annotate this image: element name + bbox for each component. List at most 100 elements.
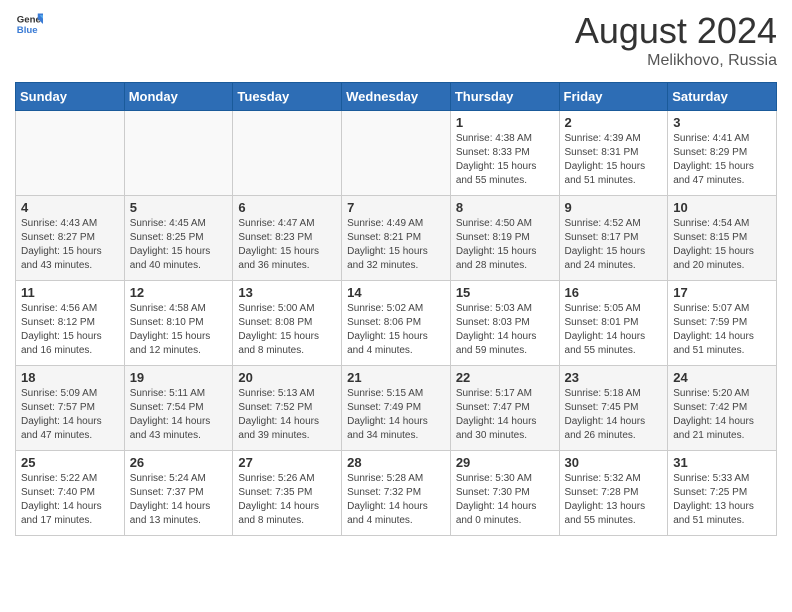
day-number: 31 xyxy=(673,455,771,470)
calendar-cell: 12Sunrise: 4:58 AM Sunset: 8:10 PM Dayli… xyxy=(124,281,233,366)
calendar-header: SundayMondayTuesdayWednesdayThursdayFrid… xyxy=(16,83,777,111)
location: Melikhovo, Russia xyxy=(575,52,777,70)
day-number: 27 xyxy=(238,455,336,470)
calendar-cell: 19 Sunrise: 5:11 AM Sunset: 7:54 PM Dayli… xyxy=(124,366,233,451)
day-number: 25 xyxy=(21,455,119,470)
day-number: 3 xyxy=(673,115,771,130)
calendar-cell: 26 Sunrise: 5:24 AM Sunset: 7:37 PM Dayli… xyxy=(124,451,233,536)
calendar-cell: 28 Sunrise: 5:28 AM Sunset: 7:32 PM Dayli… xyxy=(342,451,451,536)
weekday-row: SundayMondayTuesdayWednesdayThursdayFrid… xyxy=(16,83,777,111)
day-info: Sunrise: 5:33 AM Sunset: 7:25 PM Dayligh… xyxy=(673,472,771,528)
day-info: Sunrise: 5:30 AM Sunset: 7:30 PM Dayligh… xyxy=(456,472,554,528)
day-info: Sunrise: 5:15 AM Sunset: 7:49 PM Dayligh… xyxy=(347,387,445,443)
day-number: 19 xyxy=(130,370,228,385)
calendar-cell: 29 Sunrise: 5:30 AM Sunset: 7:30 PM Dayli… xyxy=(450,451,559,536)
calendar-cell: 6 Sunrise: 4:47 AM Sunset: 8:23 PM Daylig… xyxy=(233,196,342,281)
day-number: 8 xyxy=(456,200,554,215)
day-number: 14 xyxy=(347,285,445,300)
day-number: 13 xyxy=(238,285,336,300)
day-number: 22 xyxy=(456,370,554,385)
day-info: Sunrise: 5:18 AM Sunset: 7:45 PM Dayligh… xyxy=(565,387,663,443)
day-info: Sunrise: 5:03 AM Sunset: 8:03 PM Dayligh… xyxy=(456,302,554,358)
calendar-cell: 2 Sunrise: 4:39 AM Sunset: 8:31 PM Daylig… xyxy=(559,111,668,196)
day-number: 24 xyxy=(673,370,771,385)
day-info: Sunrise: 5:02 AM Sunset: 8:06 PM Dayligh… xyxy=(347,302,445,358)
day-number: 2 xyxy=(565,115,663,130)
svg-text:Blue: Blue xyxy=(17,25,38,36)
day-info: Sunrise: 4:50 AM Sunset: 8:19 PM Dayligh… xyxy=(456,217,554,273)
calendar-cell: 27Sunrise: 5:26 AM Sunset: 7:35 PM Dayli… xyxy=(233,451,342,536)
calendar-cell: 5 Sunrise: 4:45 AM Sunset: 8:25 PM Daylig… xyxy=(124,196,233,281)
calendar-table: SundayMondayTuesdayWednesdayThursdayFrid… xyxy=(15,82,777,536)
header: General Blue August 2024 Melikhovo, Russ… xyxy=(15,10,777,70)
calendar-cell: 18 Sunrise: 5:09 AM Sunset: 7:57 PM Dayli… xyxy=(16,366,125,451)
calendar-week-5: 25 Sunrise: 5:22 AM Sunset: 7:40 PM Dayli… xyxy=(16,451,777,536)
calendar-cell: 9Sunrise: 4:52 AM Sunset: 8:17 PM Daylig… xyxy=(559,196,668,281)
day-info: Sunrise: 4:45 AM Sunset: 8:25 PM Dayligh… xyxy=(130,217,228,273)
logo: General Blue xyxy=(15,10,43,38)
calendar-cell: 24 Sunrise: 5:20 AM Sunset: 7:42 PM Dayli… xyxy=(668,366,777,451)
calendar-week-3: 11Sunrise: 4:56 AM Sunset: 8:12 PM Dayli… xyxy=(16,281,777,366)
day-number: 15 xyxy=(456,285,554,300)
weekday-header-saturday: Saturday xyxy=(668,83,777,111)
day-number: 21 xyxy=(347,370,445,385)
calendar-cell xyxy=(124,111,233,196)
day-number: 10 xyxy=(673,200,771,215)
day-number: 28 xyxy=(347,455,445,470)
day-info: Sunrise: 5:07 AM Sunset: 7:59 PM Dayligh… xyxy=(673,302,771,358)
calendar-cell: 7 Sunrise: 4:49 AM Sunset: 8:21 PM Daylig… xyxy=(342,196,451,281)
calendar-cell: 17 Sunrise: 5:07 AM Sunset: 7:59 PM Dayli… xyxy=(668,281,777,366)
day-info: Sunrise: 5:20 AM Sunset: 7:42 PM Dayligh… xyxy=(673,387,771,443)
day-info: Sunrise: 5:32 AM Sunset: 7:28 PM Dayligh… xyxy=(565,472,663,528)
day-number: 23 xyxy=(565,370,663,385)
month-year: August 2024 xyxy=(575,10,777,52)
day-info: Sunrise: 4:58 AM Sunset: 8:10 PM Dayligh… xyxy=(130,302,228,358)
weekday-header-monday: Monday xyxy=(124,83,233,111)
calendar-week-1: 1 Sunrise: 4:38 AM Sunset: 8:33 PM Daylig… xyxy=(16,111,777,196)
day-info: Sunrise: 5:24 AM Sunset: 7:37 PM Dayligh… xyxy=(130,472,228,528)
day-info: Sunrise: 4:52 AM Sunset: 8:17 PM Dayligh… xyxy=(565,217,663,273)
calendar-cell: 25 Sunrise: 5:22 AM Sunset: 7:40 PM Dayli… xyxy=(16,451,125,536)
calendar-cell: 10Sunrise: 4:54 AM Sunset: 8:15 PM Dayli… xyxy=(668,196,777,281)
day-info: Sunrise: 4:43 AM Sunset: 8:27 PM Dayligh… xyxy=(21,217,119,273)
calendar-cell: 15 Sunrise: 5:03 AM Sunset: 8:03 PM Dayli… xyxy=(450,281,559,366)
day-number: 18 xyxy=(21,370,119,385)
day-info: Sunrise: 5:11 AM Sunset: 7:54 PM Dayligh… xyxy=(130,387,228,443)
day-info: Sunrise: 4:38 AM Sunset: 8:33 PM Dayligh… xyxy=(456,132,554,188)
calendar-cell: 8 Sunrise: 4:50 AM Sunset: 8:19 PM Daylig… xyxy=(450,196,559,281)
day-number: 29 xyxy=(456,455,554,470)
logo-icon: General Blue xyxy=(15,10,43,38)
day-number: 16 xyxy=(565,285,663,300)
weekday-header-sunday: Sunday xyxy=(16,83,125,111)
calendar-body: 1 Sunrise: 4:38 AM Sunset: 8:33 PM Daylig… xyxy=(16,111,777,536)
calendar-cell: 21 Sunrise: 5:15 AM Sunset: 7:49 PM Dayli… xyxy=(342,366,451,451)
calendar-cell: 14 Sunrise: 5:02 AM Sunset: 8:06 PM Dayli… xyxy=(342,281,451,366)
calendar-cell xyxy=(16,111,125,196)
day-number: 1 xyxy=(456,115,554,130)
day-number: 26 xyxy=(130,455,228,470)
day-number: 6 xyxy=(238,200,336,215)
calendar-week-2: 4Sunrise: 4:43 AM Sunset: 8:27 PM Daylig… xyxy=(16,196,777,281)
calendar-cell: 31 Sunrise: 5:33 AM Sunset: 7:25 PM Dayli… xyxy=(668,451,777,536)
calendar-cell: 4Sunrise: 4:43 AM Sunset: 8:27 PM Daylig… xyxy=(16,196,125,281)
day-info: Sunrise: 4:49 AM Sunset: 8:21 PM Dayligh… xyxy=(347,217,445,273)
calendar-cell: 22 Sunrise: 5:17 AM Sunset: 7:47 PM Dayli… xyxy=(450,366,559,451)
day-info: Sunrise: 4:47 AM Sunset: 8:23 PM Dayligh… xyxy=(238,217,336,273)
day-number: 5 xyxy=(130,200,228,215)
day-info: Sunrise: 5:22 AM Sunset: 7:40 PM Dayligh… xyxy=(21,472,119,528)
day-info: Sunrise: 4:39 AM Sunset: 8:31 PM Dayligh… xyxy=(565,132,663,188)
day-number: 17 xyxy=(673,285,771,300)
day-number: 30 xyxy=(565,455,663,470)
day-info: Sunrise: 5:17 AM Sunset: 7:47 PM Dayligh… xyxy=(456,387,554,443)
calendar-cell: 16Sunrise: 5:05 AM Sunset: 8:01 PM Dayli… xyxy=(559,281,668,366)
day-number: 11 xyxy=(21,285,119,300)
day-info: Sunrise: 5:28 AM Sunset: 7:32 PM Dayligh… xyxy=(347,472,445,528)
weekday-header-tuesday: Tuesday xyxy=(233,83,342,111)
day-info: Sunrise: 5:09 AM Sunset: 7:57 PM Dayligh… xyxy=(21,387,119,443)
weekday-header-wednesday: Wednesday xyxy=(342,83,451,111)
day-number: 7 xyxy=(347,200,445,215)
calendar-cell xyxy=(233,111,342,196)
title-area: August 2024 Melikhovo, Russia xyxy=(575,10,777,70)
calendar-cell: 11Sunrise: 4:56 AM Sunset: 8:12 PM Dayli… xyxy=(16,281,125,366)
day-info: Sunrise: 5:00 AM Sunset: 8:08 PM Dayligh… xyxy=(238,302,336,358)
